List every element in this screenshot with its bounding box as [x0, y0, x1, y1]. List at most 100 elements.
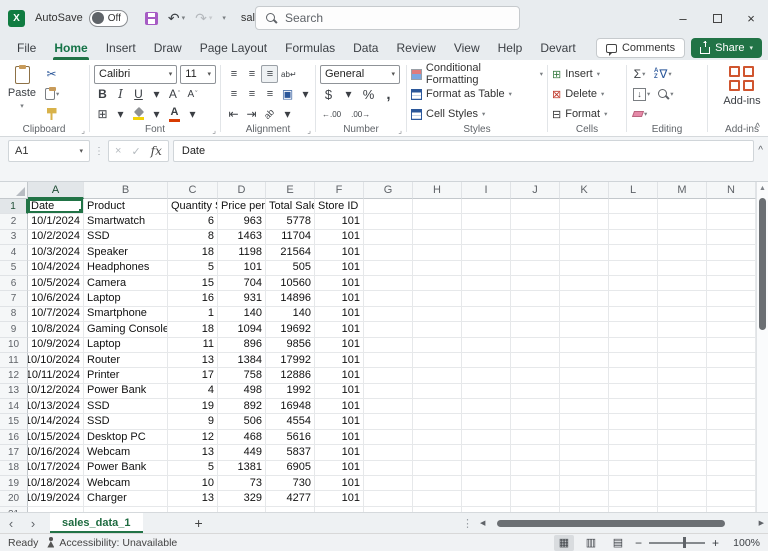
cell-L17[interactable]	[609, 445, 658, 461]
cell-H6[interactable]	[413, 275, 462, 292]
tab-view[interactable]: View	[445, 36, 489, 60]
cell-J5[interactable]	[511, 260, 560, 276]
cell-E3[interactable]: 11704	[266, 229, 315, 246]
cell-A8[interactable]: 10/7/2024	[28, 306, 84, 323]
cell-G14[interactable]	[364, 399, 413, 415]
cell-B2[interactable]: Smartwatch	[84, 214, 168, 230]
cell-L5[interactable]	[609, 260, 658, 276]
cell-K8[interactable]	[560, 306, 609, 323]
cell-F11[interactable]: 101	[315, 352, 364, 369]
cell-C12[interactable]: 17	[168, 368, 218, 384]
tab-draw[interactable]: Draw	[145, 36, 191, 60]
cell-F12[interactable]: 101	[315, 368, 364, 384]
row-header-17[interactable]: 17	[0, 445, 28, 461]
cell-B14[interactable]: SSD	[84, 399, 168, 415]
cell-A6[interactable]: 10/5/2024	[28, 275, 84, 292]
cell-G5[interactable]	[364, 260, 413, 276]
find-select-button[interactable]: ▾	[656, 85, 675, 103]
cell-C1[interactable]: Quantity Sold	[168, 199, 218, 215]
cell-C17[interactable]: 13	[168, 445, 218, 461]
cell-G13[interactable]	[364, 383, 413, 400]
cell-M15[interactable]	[658, 414, 707, 430]
cell-D14[interactable]: 892	[218, 399, 266, 415]
cell-H17[interactable]	[413, 445, 462, 461]
cell-A16[interactable]: 10/15/2024	[28, 429, 84, 446]
cell-E16[interactable]: 5616	[266, 429, 315, 446]
cell-G3[interactable]	[364, 229, 413, 246]
cell-A18[interactable]: 10/17/2024	[28, 460, 84, 477]
cell-N6[interactable]	[707, 275, 756, 292]
cell-F14[interactable]: 101	[315, 399, 364, 415]
cell-F9[interactable]: 101	[315, 322, 364, 338]
cell-J10[interactable]	[511, 337, 560, 353]
cell-L9[interactable]	[609, 322, 658, 338]
cell-G6[interactable]	[364, 275, 413, 292]
horizontal-scroll-track[interactable]	[488, 519, 755, 528]
row-header-5[interactable]: 5	[0, 260, 28, 276]
cell-H8[interactable]	[413, 306, 462, 323]
cell-C11[interactable]: 13	[168, 352, 218, 369]
cell-L13[interactable]	[609, 383, 658, 400]
cell-M16[interactable]	[658, 429, 707, 446]
cell-I5[interactable]	[462, 260, 511, 276]
cell-I7[interactable]	[462, 291, 511, 307]
tab-page-layout[interactable]: Page Layout	[191, 36, 276, 60]
cell-I18[interactable]	[462, 460, 511, 477]
row-header-15[interactable]: 15	[0, 414, 28, 430]
cell-I9[interactable]	[462, 322, 511, 338]
cell-C13[interactable]: 4	[168, 383, 218, 400]
cell-L4[interactable]	[609, 245, 658, 261]
cell-E10[interactable]: 9856	[266, 337, 315, 353]
zoom-out-button[interactable]: −	[635, 536, 642, 550]
cell-I8[interactable]	[462, 306, 511, 323]
cell-N16[interactable]	[707, 429, 756, 446]
cell-D1[interactable]: Price per Unit	[218, 199, 266, 215]
cell-I15[interactable]	[462, 414, 511, 430]
cell-F15[interactable]: 101	[315, 414, 364, 430]
top-align-button[interactable]: ≡	[225, 65, 242, 83]
zoom-in-button[interactable]: +	[712, 536, 719, 550]
cell-F6[interactable]: 101	[315, 275, 364, 292]
cell-A3[interactable]: 10/2/2024	[28, 229, 84, 246]
cell-I10[interactable]	[462, 337, 511, 353]
cell-J13[interactable]	[511, 383, 560, 400]
cell-D7[interactable]: 931	[218, 291, 266, 307]
clipboard-dialog-launcher-icon[interactable]: ⌟	[81, 126, 85, 135]
font-dialog-launcher-icon[interactable]: ⌟	[212, 126, 216, 135]
cell-F5[interactable]: 101	[315, 260, 364, 276]
borders-dropdown[interactable]: ▾	[112, 105, 129, 123]
cell-J9[interactable]	[511, 322, 560, 338]
cell-F16[interactable]: 101	[315, 429, 364, 446]
autosave-toggle[interactable]: Off	[88, 9, 128, 27]
cell-K7[interactable]	[560, 291, 609, 307]
borders-button[interactable]: ⊞	[94, 105, 111, 123]
cell-N2[interactable]	[707, 214, 756, 230]
cell-A4[interactable]: 10/3/2024	[28, 245, 84, 261]
cell-C5[interactable]: 5	[168, 260, 218, 276]
cell-K12[interactable]	[560, 368, 609, 384]
name-box[interactable]: A1 ▾	[8, 140, 90, 162]
cell-B5[interactable]: Headphones	[84, 260, 168, 276]
wrap-text-button[interactable]: ab↵	[279, 65, 299, 83]
column-header-c[interactable]: C	[168, 182, 218, 199]
cell-H4[interactable]	[413, 245, 462, 261]
cell-A13[interactable]: 10/12/2024	[28, 383, 84, 400]
cell-K14[interactable]	[560, 399, 609, 415]
column-header-n[interactable]: N	[707, 182, 756, 199]
cell-H9[interactable]	[413, 322, 462, 338]
cell-A2[interactable]: 10/1/2024	[28, 214, 84, 230]
accessibility-status[interactable]: Accessibility: Unavailable	[46, 537, 177, 549]
decrease-font-size-button[interactable]: Aˇ	[184, 85, 201, 103]
cell-A11[interactable]: 10/10/2024	[28, 352, 84, 369]
cell-K4[interactable]	[560, 245, 609, 261]
cell-D11[interactable]: 1384	[218, 352, 266, 369]
cell-H10[interactable]	[413, 337, 462, 353]
prev-sheet-button[interactable]: ‹	[0, 516, 22, 531]
cell-A12[interactable]: 10/11/2024	[28, 368, 84, 384]
cell-M14[interactable]	[658, 399, 707, 415]
column-header-k[interactable]: K	[560, 182, 609, 199]
row-header-16[interactable]: 16	[0, 429, 28, 446]
cell-F3[interactable]: 101	[315, 229, 364, 246]
row-header-13[interactable]: 13	[0, 383, 28, 400]
cell-J20[interactable]	[511, 491, 560, 507]
